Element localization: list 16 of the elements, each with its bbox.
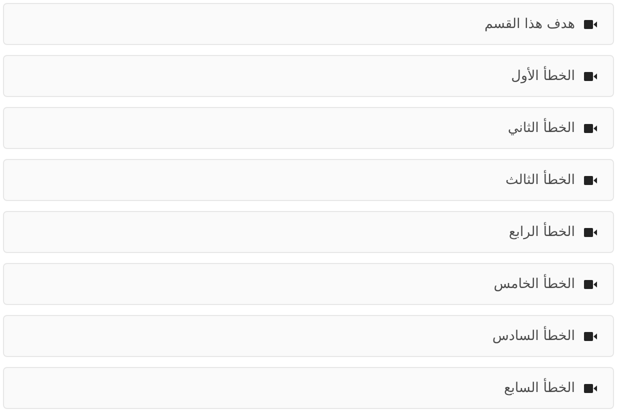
section-header[interactable]: الخطأ السابع: [3, 367, 614, 409]
section-header[interactable]: الخطأ الرابع: [3, 211, 614, 253]
video-camera-icon: [584, 280, 597, 288]
video-camera-icon: [584, 176, 597, 184]
section-header[interactable]: هدف هذا القسم: [3, 3, 614, 45]
video-camera-icon: [584, 72, 597, 80]
video-camera-icon: [584, 332, 597, 340]
section-header[interactable]: الخطأ الثاني: [3, 107, 614, 149]
section-header[interactable]: الخطأ الثالث: [3, 159, 614, 201]
video-camera-icon: [584, 124, 597, 132]
video-camera-icon: [584, 228, 597, 236]
section-header[interactable]: الخطأ الأول: [3, 55, 614, 97]
section-header[interactable]: الخطأ الخامس: [3, 263, 614, 305]
video-camera-icon: [584, 384, 597, 392]
section-header[interactable]: الخطأ السادس: [3, 315, 614, 357]
video-camera-icon: [584, 20, 597, 28]
